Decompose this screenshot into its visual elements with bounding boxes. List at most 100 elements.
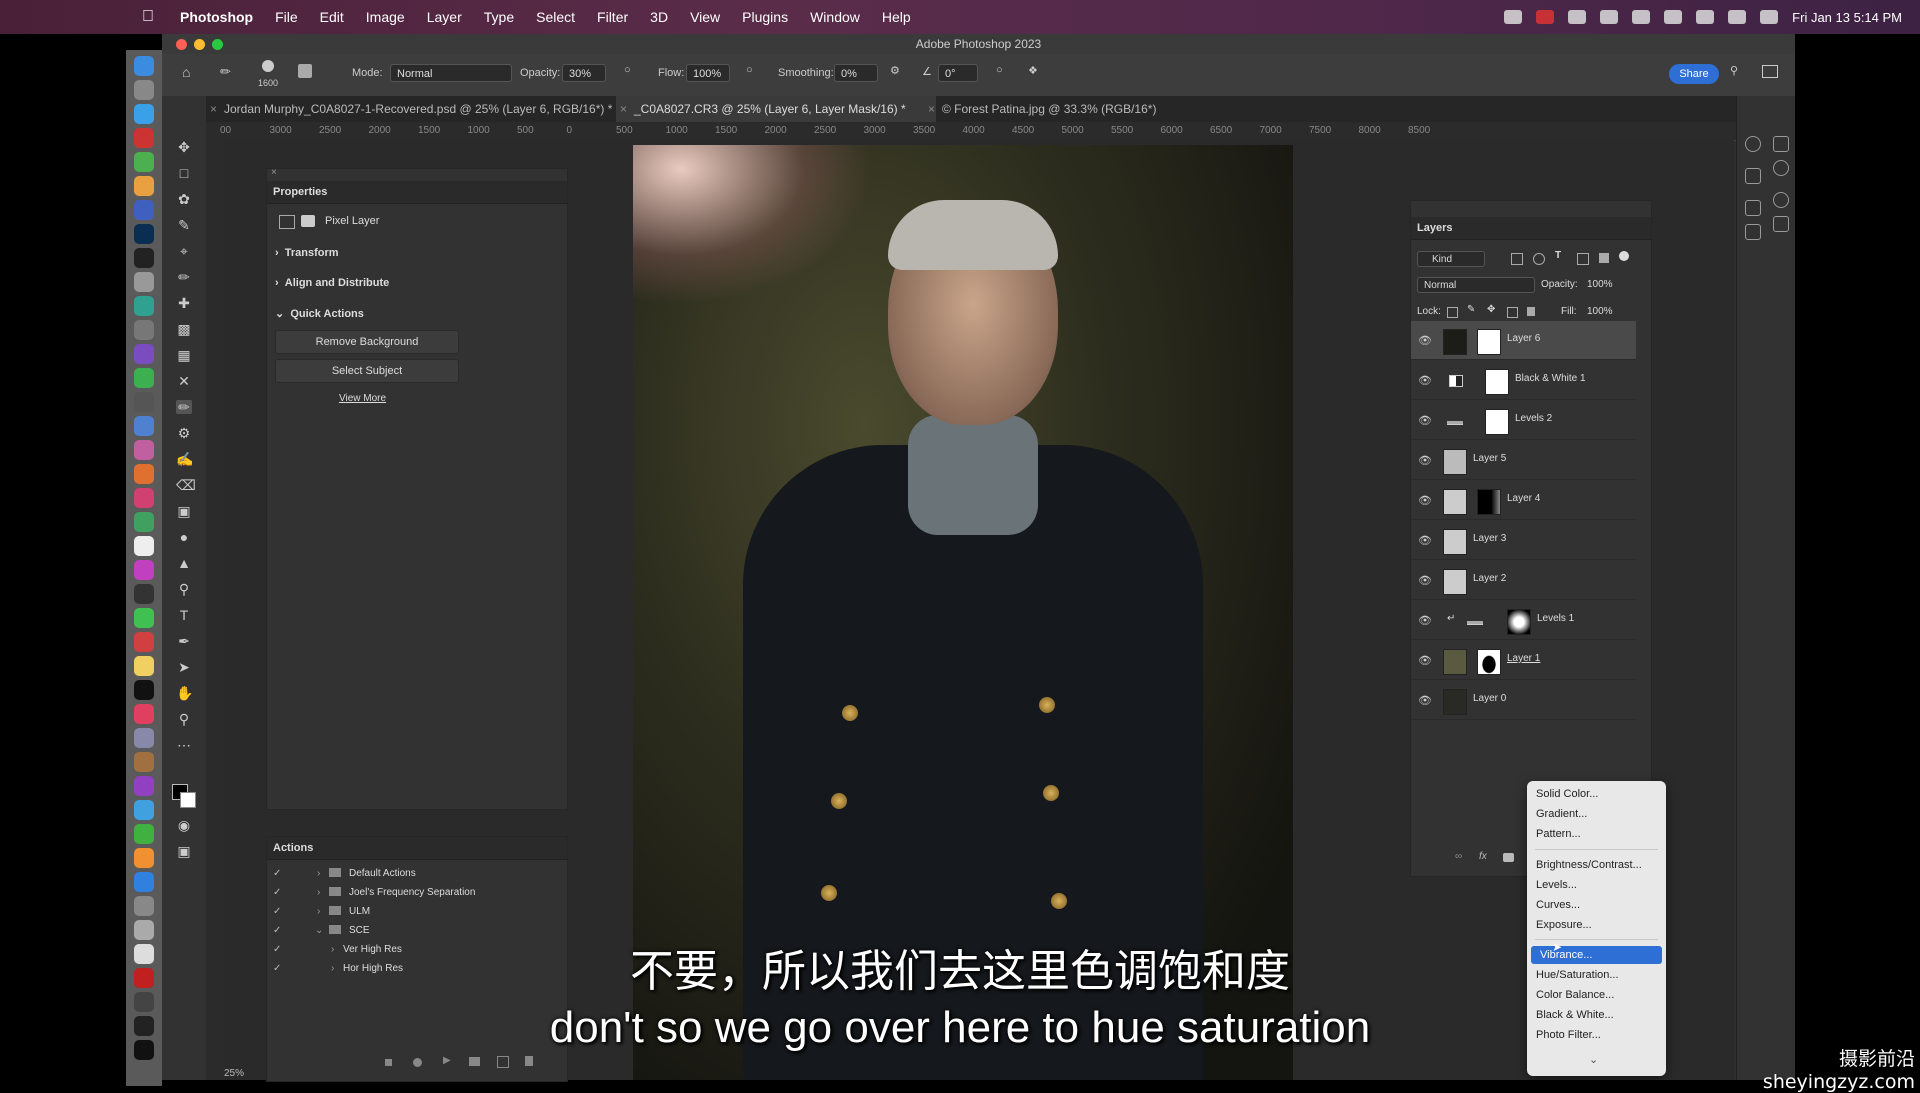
menu-select[interactable]: Select (536, 9, 575, 25)
symmetry-icon[interactable]: ❖ (1028, 64, 1038, 77)
action-set-row[interactable]: ✓ › Joel's Frequency Separation (267, 883, 567, 902)
pages-icon[interactable] (134, 848, 154, 868)
layer-row-levels-1[interactable]: 👁 ↵ Levels 1 (1411, 601, 1636, 640)
menu-filter[interactable]: Filter (597, 9, 628, 25)
menu-app-name[interactable]: Photoshop (180, 9, 253, 25)
remove-tool-icon[interactable]: ✕ (176, 374, 192, 388)
app-blue-icon[interactable] (134, 200, 154, 220)
filter-smart-object-icon[interactable] (1599, 253, 1609, 263)
app-green-icon[interactable] (134, 368, 154, 388)
patch-tool-icon[interactable]: ▩ (176, 322, 192, 336)
hand-tool-icon[interactable]: ✋ (176, 686, 193, 700)
menu-item-exposure[interactable]: Exposure... (1527, 916, 1666, 934)
layer-name[interactable]: Layer 2 (1473, 573, 1506, 584)
layer-name[interactable]: Black & White 1 (1515, 373, 1586, 384)
close-tab-icon[interactable]: × (210, 96, 217, 122)
layer-row-layer-4[interactable]: 👁 Layer 4 (1411, 481, 1636, 520)
menu-item-curves[interactable]: Curves... (1527, 896, 1666, 914)
menu-plugins[interactable]: Plugins (742, 9, 788, 25)
numbers-icon[interactable] (134, 824, 154, 844)
gradient-tool-icon[interactable]: ▣ (176, 504, 192, 518)
preview-icon[interactable] (134, 728, 154, 748)
app-orange-icon[interactable] (134, 464, 154, 484)
app-brown-icon[interactable] (134, 752, 154, 772)
pressure-opacity-icon[interactable]: ○ (624, 64, 631, 76)
link-layers-icon[interactable]: ∞ (1455, 851, 1462, 862)
blend-mode-select[interactable]: Normal (1417, 277, 1535, 293)
filter-toggle-icon[interactable] (1619, 251, 1629, 261)
app-store-icon[interactable] (134, 872, 154, 892)
layer-mask-thumbnail[interactable] (1485, 409, 1509, 435)
eyedropper-tool-icon[interactable]: ✏ (176, 270, 192, 284)
menu-window[interactable]: Window (810, 9, 860, 25)
angle-field[interactable]: 0° (938, 64, 978, 82)
brush-preset-icon[interactable] (262, 60, 274, 72)
smoothing-field[interactable]: 0% (834, 64, 878, 82)
layer-row-layer-6[interactable]: 👁 Layer 6 (1411, 321, 1636, 360)
menu-item-pattern[interactable]: Pattern... (1527, 825, 1666, 843)
filter-shape-icon[interactable] (1577, 253, 1589, 265)
search-icon[interactable]: ⚲ (1730, 64, 1738, 77)
safari-icon[interactable] (134, 104, 154, 124)
stop-icon[interactable] (385, 1059, 392, 1066)
apple-menu-icon[interactable]:  (142, 8, 162, 26)
visibility-eye-icon[interactable]: 👁 (1418, 534, 1432, 547)
background-color-swatch[interactable] (180, 792, 196, 808)
control-center-icon[interactable] (1760, 10, 1779, 24)
layer-name[interactable]: Levels 1 (1537, 613, 1574, 624)
layers-panel-icon[interactable] (1745, 168, 1761, 184)
eraser-tool-icon[interactable]: ⌫ (176, 478, 196, 492)
visibility-eye-icon[interactable]: 👁 (1418, 454, 1432, 467)
layer-name[interactable]: Layer 3 (1473, 533, 1506, 544)
visibility-eye-icon[interactable]: 👁 (1418, 334, 1432, 347)
action-set-row[interactable]: ✓ › ULM (267, 902, 567, 921)
settings-icon[interactable] (134, 896, 154, 916)
panel-close-icon[interactable]: × (271, 167, 277, 178)
app-sky-icon[interactable] (134, 800, 154, 820)
marquee-tool-icon[interactable]: □ (176, 166, 192, 180)
brush-tool-active-icon[interactable]: ✏ (176, 400, 192, 414)
app-teal-icon[interactable] (134, 296, 154, 316)
lock-artboard-icon[interactable] (1507, 307, 1518, 318)
messages-icon[interactable] (134, 608, 154, 628)
lock-pixels-icon[interactable]: ✎ (1467, 304, 1475, 315)
menu-3d[interactable]: 3D (650, 9, 668, 25)
new-action-icon[interactable] (497, 1056, 509, 1068)
layer-row-layer-1[interactable]: 👁 Layer 1 (1411, 641, 1636, 680)
content-aware-tool-icon[interactable]: ▦ (176, 348, 192, 362)
visibility-eye-icon[interactable]: 👁 (1418, 374, 1432, 387)
calculator-icon[interactable] (134, 392, 154, 412)
dropbox-icon[interactable] (1504, 10, 1523, 24)
menu-type[interactable]: Type (484, 9, 514, 25)
layer-name[interactable]: Layer 5 (1473, 453, 1506, 464)
layer-name[interactable]: Layer 0 (1473, 693, 1506, 704)
notes-icon[interactable] (134, 656, 154, 676)
view-more-link[interactable]: View More (339, 393, 386, 404)
launchpad-icon[interactable] (134, 80, 154, 100)
search-icon[interactable] (1728, 10, 1747, 24)
menu-file[interactable]: File (275, 9, 298, 25)
creative-cloud-icon[interactable] (1600, 10, 1619, 24)
app-red2-icon[interactable] (134, 632, 154, 652)
crop-tool-icon[interactable]: ⌖ (176, 244, 192, 258)
menu-image[interactable]: Image (366, 9, 405, 25)
healing-tool-icon[interactable]: ✚ (176, 296, 192, 310)
share-button[interactable]: Share (1669, 64, 1719, 84)
play-icon[interactable]: ▶ (443, 1055, 451, 1066)
paths-panel-icon[interactable] (1773, 216, 1789, 232)
layer-row-black-white-1[interactable]: 👁 Black & White 1 (1411, 361, 1636, 400)
remove-background-button[interactable]: Remove Background (275, 330, 459, 354)
tab-jordan-murphy-psd[interactable]: × Jordan Murphy_C0A8027-1-Recovered.psd @… (206, 96, 628, 122)
visibility-eye-icon[interactable]: 👁 (1418, 414, 1432, 427)
menu-help[interactable]: Help (882, 9, 911, 25)
bluetooth-icon[interactable] (1632, 10, 1651, 24)
pen-tool-icon[interactable]: ✒ (176, 634, 192, 648)
mode-select[interactable]: Normal (390, 64, 512, 82)
move-tool-icon[interactable]: ✥ (176, 140, 192, 154)
history-brush-tool-icon[interactable]: ✍ (176, 452, 193, 466)
align-section[interactable]: › Align and Distribute (275, 277, 389, 289)
menu-scroll-down-icon[interactable]: ⌄ (1589, 1053, 1598, 1066)
minimize-window-button[interactable] (194, 39, 205, 50)
kind-filter-select[interactable]: Kind (1417, 251, 1485, 267)
channels-panel-icon[interactable] (1773, 192, 1789, 208)
